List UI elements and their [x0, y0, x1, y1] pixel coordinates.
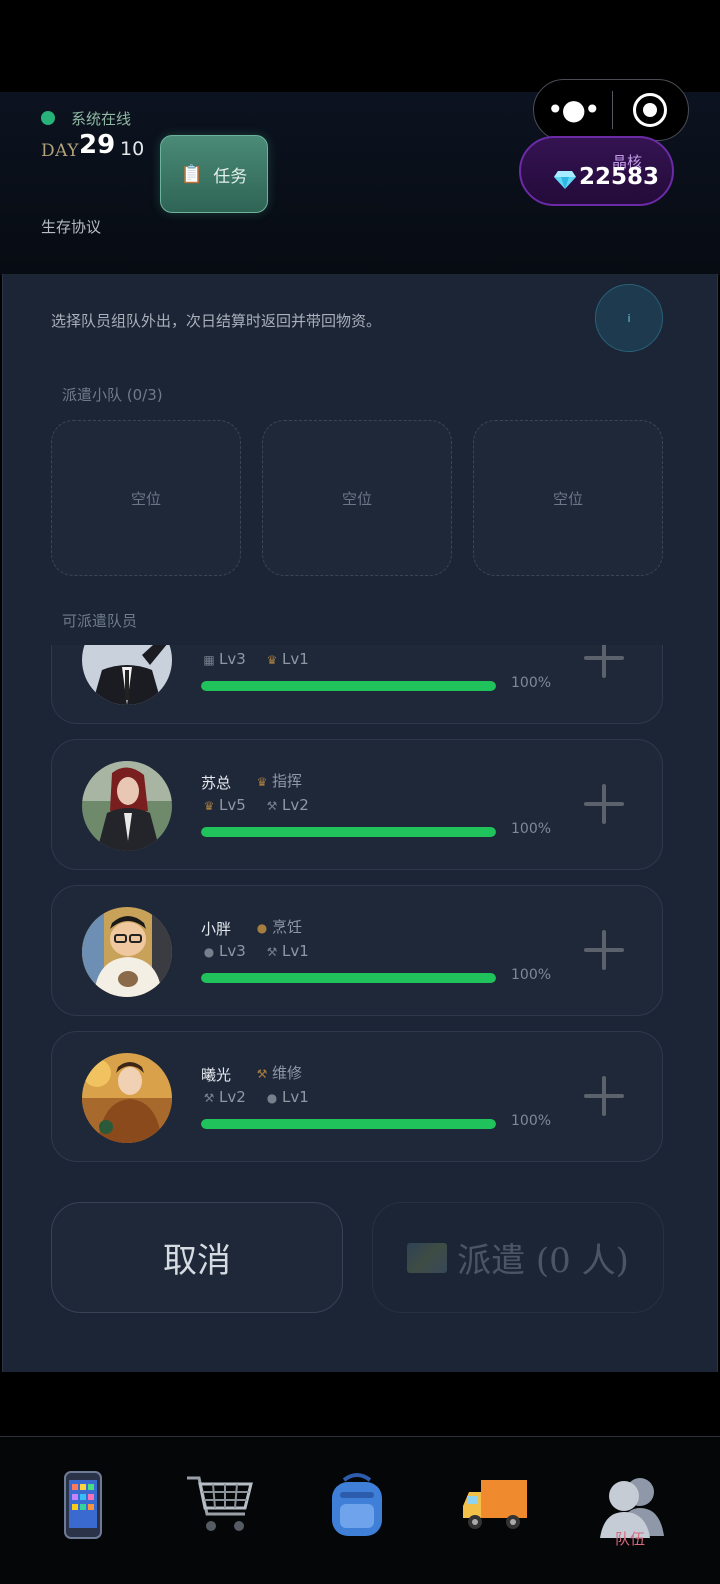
- backpack-icon: [332, 1473, 382, 1536]
- dispatch-button[interactable]: 派遣 (0 人): [372, 1202, 664, 1313]
- crown-icon: ♛: [266, 653, 278, 667]
- member-card: 曦光 ⚒ 维修 ⚒ Lv2 ● Lv1 100%: [51, 1031, 663, 1162]
- online-status-dot: [41, 111, 55, 125]
- stamina-percent: 100%: [511, 967, 552, 983]
- pan-icon: ●: [256, 921, 268, 935]
- member-name: 苏总: [201, 774, 232, 792]
- day-number: 29: [79, 130, 116, 160]
- wrench-icon: ⚒: [266, 799, 278, 813]
- squad-slot[interactable]: 空位: [262, 420, 452, 576]
- stamina-fill: [201, 973, 496, 983]
- pan-icon: ●: [203, 945, 215, 959]
- more-dots-icon[interactable]: •●•: [534, 96, 612, 124]
- members-title: 可派遣队员: [62, 612, 138, 630]
- member-card: ▦ Lv3 ♛ Lv1 100%: [51, 645, 663, 724]
- stamina-percent: 100%: [511, 1113, 552, 1129]
- phone-icon: [64, 1471, 102, 1539]
- member-card: 苏总 ♛ 指挥 ♛ Lv5 ⚒ Lv2 100%: [51, 739, 663, 870]
- cancel-button[interactable]: 取消: [51, 1202, 343, 1313]
- crystal-counter[interactable]: 晶核 22583: [519, 136, 674, 206]
- member-level-secondary: ⚒ Lv2: [264, 796, 309, 814]
- member-level-secondary: ⚒ Lv1: [264, 942, 309, 960]
- member-role: ● 烹饪: [254, 916, 302, 937]
- info-button[interactable]: i: [595, 284, 663, 352]
- member-level-primary: ● Lv3: [201, 942, 246, 960]
- shopping-cart-icon: [187, 1476, 253, 1531]
- add-member-button[interactable]: [584, 930, 624, 970]
- avatar: [82, 761, 172, 851]
- chat-icon: ●: [266, 1091, 278, 1105]
- nav-delivery[interactable]: [440, 1450, 550, 1560]
- mini-program-capsule: •●•: [533, 79, 689, 141]
- nav-backpack[interactable]: [302, 1450, 412, 1560]
- diamond-icon: [554, 171, 576, 189]
- member-name: 曦光: [201, 1066, 232, 1084]
- stamina-bar: [201, 827, 496, 837]
- stamina-fill: [201, 827, 496, 837]
- avatar: [82, 645, 172, 705]
- member-card: 小胖 ● 烹饪 ● Lv3 ⚒ Lv1 100%: [51, 885, 663, 1016]
- day-label: DAY: [41, 141, 79, 161]
- panel-description: 选择队员组队外出，次日结算时返回并带回物资。: [51, 312, 382, 330]
- member-list[interactable]: ▦ Lv3 ♛ Lv1 100% 苏总 ♛ 指挥 ♛ Lv5 ⚒ Lv2 100%: [40, 645, 680, 1165]
- add-member-button[interactable]: [584, 1076, 624, 1116]
- squad-title: 派遣小队 (0/3): [62, 386, 163, 404]
- nav-phone[interactable]: [28, 1450, 138, 1560]
- add-member-button[interactable]: [584, 784, 624, 824]
- stamina-bar: [201, 681, 496, 691]
- member-level-secondary: ● Lv1: [264, 1088, 309, 1106]
- dispatch-button-label: 派遣 (0 人): [457, 1241, 629, 1281]
- wrench-icon: ⚒: [266, 945, 278, 959]
- nav-shop[interactable]: [165, 1450, 275, 1560]
- status-text: 系统在线: [71, 110, 132, 128]
- wrench-icon: ⚒: [256, 1067, 268, 1081]
- avatar: [82, 907, 172, 997]
- task-button-label: 任务: [213, 166, 248, 187]
- nav-team-label: 队伍: [614, 1530, 645, 1548]
- squad-slot[interactable]: 空位: [51, 420, 241, 576]
- spacer: [0, 1372, 720, 1436]
- hour-display: 10: [120, 138, 145, 160]
- map-icon: [407, 1242, 448, 1273]
- stamina-fill: [201, 1119, 496, 1129]
- wrench-icon: ⚒: [203, 1091, 215, 1105]
- member-role: ⚒ 维修: [254, 1062, 302, 1083]
- crown-icon: ♛: [256, 775, 268, 789]
- member-role: ♛ 指挥: [254, 770, 302, 791]
- member-level-primary: ▦ Lv3: [201, 650, 245, 668]
- member-level-secondary: ♛ Lv1: [264, 650, 309, 668]
- crown-icon: ♛: [203, 799, 215, 813]
- task-button[interactable]: 📋 任务: [160, 135, 268, 213]
- stamina-percent: 100%: [511, 675, 552, 691]
- stamina-percent: 100%: [511, 821, 552, 837]
- add-member-button[interactable]: [584, 645, 624, 678]
- avatar: [82, 1053, 172, 1143]
- clipboard-icon: 📋: [180, 163, 204, 185]
- member-name: 小胖: [201, 920, 232, 938]
- building-icon: ▦: [203, 653, 215, 667]
- survival-protocol-link[interactable]: 生存协议: [41, 216, 101, 237]
- member-level-primary: ♛ Lv5: [201, 796, 246, 814]
- member-level-primary: ⚒ Lv2: [201, 1088, 246, 1106]
- squad-slot[interactable]: 空位: [473, 420, 663, 576]
- stamina-bar: [201, 973, 496, 983]
- delivery-truck-icon: [463, 1480, 527, 1529]
- close-target-icon[interactable]: [613, 93, 689, 127]
- stamina-fill: [201, 681, 496, 691]
- crystal-value: 22583: [579, 164, 660, 190]
- stamina-bar: [201, 1119, 496, 1129]
